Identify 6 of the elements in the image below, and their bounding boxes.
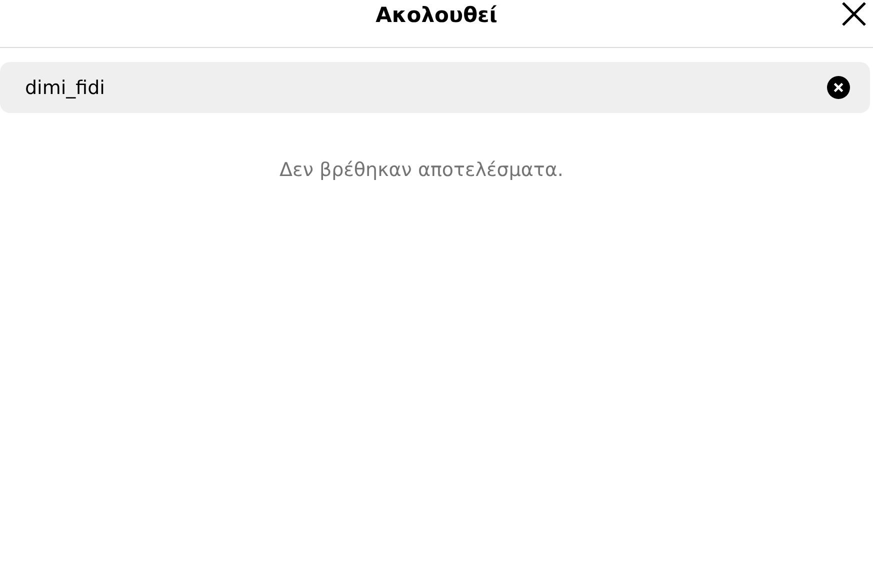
close-button[interactable] <box>839 0 869 28</box>
empty-message: Δεν βρέθηκαν αποτελέσματα. <box>280 159 564 181</box>
search-field[interactable]: dimi_fidi <box>0 62 870 113</box>
dialog-title: Ακολουθεί <box>376 2 498 29</box>
clear-icon[interactable] <box>827 76 850 99</box>
close-icon <box>840 0 868 28</box>
